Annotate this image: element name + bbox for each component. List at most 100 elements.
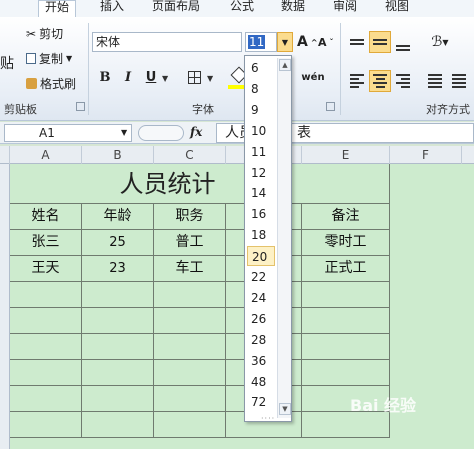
table-cell[interactable]	[10, 308, 82, 334]
font-size-option[interactable]: 18	[247, 225, 275, 245]
select-all-corner[interactable]	[0, 146, 10, 164]
format-painter-button[interactable]: 格式刷	[26, 75, 76, 92]
phonetic-button[interactable]: wén	[300, 67, 326, 87]
table-cell[interactable]: 零时工	[302, 230, 390, 256]
align-right-button[interactable]	[392, 70, 414, 92]
column-header-f[interactable]: F	[390, 146, 462, 164]
table-cell[interactable]	[10, 360, 82, 386]
font-size-option[interactable]: 22	[247, 267, 275, 287]
font-size-option[interactable]: 14	[247, 183, 275, 203]
copy-button[interactable]: 复制 ▼	[26, 50, 72, 67]
align-center-button[interactable]	[369, 70, 391, 92]
font-size-option[interactable]: 11	[247, 142, 275, 162]
shrink-font-button[interactable]: Aˇ	[318, 36, 334, 49]
font-size-option[interactable]: 12	[247, 163, 275, 183]
header-cell-position[interactable]: 职务	[154, 204, 226, 230]
table-cell[interactable]	[82, 360, 154, 386]
cut-button[interactable]: ✂ 剪切	[26, 25, 63, 42]
font-launcher-icon[interactable]	[326, 102, 335, 111]
clipboard-launcher-icon[interactable]	[76, 102, 85, 111]
tab-page-layout[interactable]: 页面布局	[152, 0, 200, 16]
column-header-b[interactable]: B	[82, 146, 154, 164]
tab-review[interactable]: 审阅	[333, 0, 357, 16]
table-cell[interactable]	[82, 386, 154, 412]
header-cell-name[interactable]: 姓名	[10, 204, 82, 230]
row-headers[interactable]	[0, 164, 10, 449]
font-size-option[interactable]: 6	[247, 58, 275, 78]
table-cell[interactable]	[154, 308, 226, 334]
font-size-option[interactable]: 72	[247, 392, 275, 412]
table-cell[interactable]	[154, 282, 226, 308]
fx-icon[interactable]: fx	[190, 125, 202, 139]
dropdown-scrollbar[interactable]: ▲ ▼	[277, 58, 291, 418]
underline-button[interactable]: U	[140, 67, 162, 87]
font-size-option[interactable]: 9	[247, 100, 275, 120]
table-cell[interactable]	[302, 308, 390, 334]
table-cell[interactable]	[82, 334, 154, 360]
chevron-down-icon[interactable]: ▼	[207, 74, 213, 83]
table-cell[interactable]	[302, 360, 390, 386]
font-size-combo[interactable]: 11	[245, 32, 277, 52]
grow-font-button[interactable]: A ^	[297, 34, 318, 50]
table-cell[interactable]	[10, 386, 82, 412]
font-name-combo[interactable]: 宋体	[92, 32, 242, 52]
scroll-up-icon[interactable]: ▲	[279, 59, 291, 71]
font-size-option[interactable]: 10	[247, 121, 275, 141]
table-cell[interactable]	[154, 360, 226, 386]
column-header-c[interactable]: C	[154, 146, 226, 164]
table-cell[interactable]: 正式工	[302, 256, 390, 282]
paste-button[interactable]: 贴	[0, 53, 14, 73]
chevron-down-icon[interactable]: ▼	[162, 74, 168, 83]
italic-button[interactable]: I	[117, 67, 139, 87]
table-cell[interactable]	[302, 334, 390, 360]
font-size-option[interactable]: 16	[247, 204, 275, 224]
chevron-down-icon[interactable]: ▼	[66, 54, 72, 63]
bold-button[interactable]: B	[94, 67, 116, 87]
table-cell[interactable]	[154, 334, 226, 360]
borders-button[interactable]	[183, 67, 205, 87]
table-cell[interactable]: 车工	[154, 256, 226, 282]
font-size-option[interactable]: 48	[247, 372, 275, 392]
table-cell[interactable]	[10, 334, 82, 360]
table-cell[interactable]	[82, 308, 154, 334]
table-cell[interactable]	[82, 282, 154, 308]
tab-data[interactable]: 数据	[281, 0, 305, 16]
align-bottom-button[interactable]	[392, 33, 414, 55]
table-cell[interactable]	[302, 282, 390, 308]
orientation-button[interactable]: ℬ ▼	[424, 31, 456, 53]
align-top-button[interactable]	[346, 31, 368, 53]
font-size-option[interactable]: 24	[247, 288, 275, 308]
column-header-e[interactable]: E	[302, 146, 390, 164]
table-cell[interactable]	[154, 412, 226, 438]
font-size-option[interactable]: 20	[247, 246, 275, 267]
table-cell[interactable]	[10, 282, 82, 308]
formula-slider[interactable]	[138, 125, 184, 141]
font-size-dropdown-button[interactable]: ▼	[277, 32, 293, 52]
decrease-indent-button[interactable]	[424, 70, 446, 92]
align-middle-button[interactable]	[369, 31, 391, 53]
align-left-button[interactable]	[346, 70, 368, 92]
font-size-option[interactable]: 26	[247, 309, 275, 329]
font-size-option[interactable]: 8	[247, 79, 275, 99]
table-cell[interactable]: 25	[82, 230, 154, 256]
tab-formulas[interactable]: 公式	[230, 0, 254, 16]
table-cell[interactable]: 王天	[10, 256, 82, 282]
sheet-title-cell[interactable]: 人员统计表	[10, 164, 390, 204]
increase-indent-button[interactable]	[448, 70, 470, 92]
table-cell[interactable]	[82, 412, 154, 438]
header-cell-remarks[interactable]: 备注	[302, 204, 390, 230]
font-size-dropdown-list[interactable]: 6 8 9 10 11 12 14 16 18 20 22 24 26 28 36 48 72 ▲ ▼ ····	[244, 55, 292, 423]
font-size-option[interactable]: 36	[247, 351, 275, 371]
scroll-down-icon[interactable]: ▼	[279, 403, 291, 415]
chevron-down-icon[interactable]: ▼	[121, 128, 127, 137]
column-header-a[interactable]: A	[10, 146, 82, 164]
table-cell[interactable]: 23	[82, 256, 154, 282]
table-cell[interactable]	[154, 386, 226, 412]
tab-insert[interactable]: 插入	[100, 0, 124, 16]
table-cell[interactable]: 张三	[10, 230, 82, 256]
resize-grip-icon[interactable]: ····	[261, 414, 275, 423]
table-cell[interactable]: 普工	[154, 230, 226, 256]
name-box[interactable]: A1	[4, 124, 132, 142]
table-cell[interactable]	[10, 412, 82, 438]
font-size-option[interactable]: 28	[247, 330, 275, 350]
